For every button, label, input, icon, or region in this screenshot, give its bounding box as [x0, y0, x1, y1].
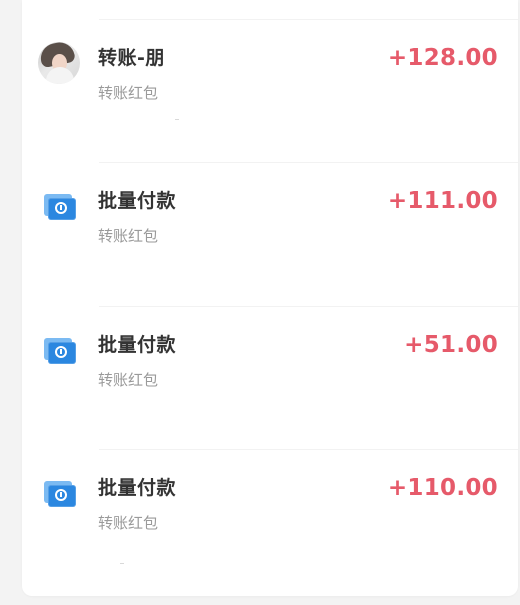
batch-payment-icon: [44, 194, 78, 220]
transaction-title: 转账-朋: [98, 47, 165, 69]
decorative-dot: [120, 563, 124, 564]
transaction-subtitle: 转账红包: [98, 371, 159, 389]
transaction-subtitle: 转账红包: [98, 227, 159, 245]
transaction-row[interactable]: 转账-朋 转账红包 +128.00: [22, 20, 518, 163]
transaction-amount: +110.00: [387, 475, 498, 501]
transaction-row[interactable]: 批量付款 转账红包 +110.00: [22, 450, 518, 593]
batch-payment-icon: [44, 481, 78, 507]
batch-payment-icon: [44, 338, 78, 364]
transaction-amount: +111.00: [387, 188, 498, 214]
transaction-title: 批量付款: [98, 334, 177, 356]
avatar-shirt: [46, 67, 74, 84]
transaction-screen: 转账-朋 转账红包 +128.00 批量付款 转账红包 +111.00 批量付款…: [0, 0, 520, 605]
avatar-icon: [38, 42, 80, 84]
transaction-list: 转账-朋 转账红包 +128.00 批量付款 转账红包 +111.00 批量付款…: [22, 0, 518, 596]
batch-payment-icon-symbol: [55, 202, 67, 214]
batch-payment-icon-symbol: [55, 489, 67, 501]
transaction-amount: +128.00: [387, 45, 498, 71]
transaction-title: 批量付款: [98, 190, 177, 212]
decorative-dot: [175, 119, 179, 120]
transaction-card: 转账-朋 转账红包 +128.00 批量付款 转账红包 +111.00 批量付款…: [22, 0, 518, 596]
transaction-title: 批量付款: [98, 477, 177, 499]
transaction-subtitle: 转账红包: [98, 514, 159, 532]
transaction-row[interactable]: 批量付款 转账红包 +111.00: [22, 163, 518, 306]
transaction-subtitle: 转账红包: [98, 84, 159, 102]
batch-payment-icon-symbol: [55, 346, 67, 358]
transaction-amount: +51.00: [404, 332, 498, 358]
transaction-row[interactable]: 批量付款 转账红包 +51.00: [22, 307, 518, 450]
